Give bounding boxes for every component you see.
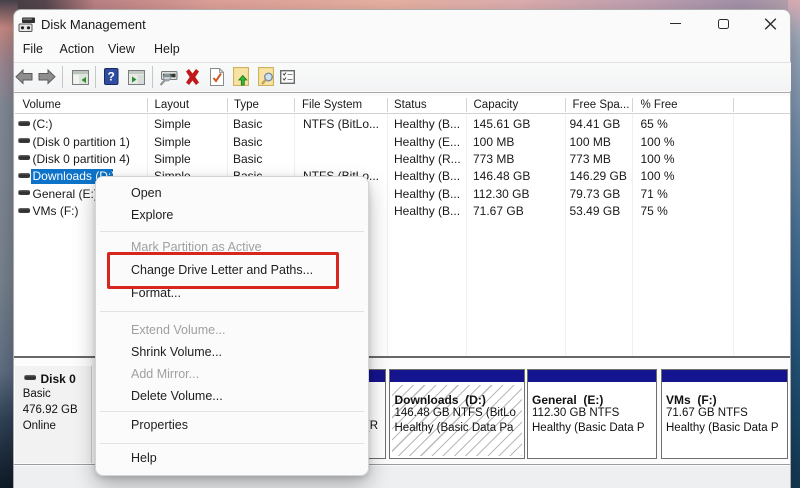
svg-text:?: ?	[108, 70, 115, 84]
